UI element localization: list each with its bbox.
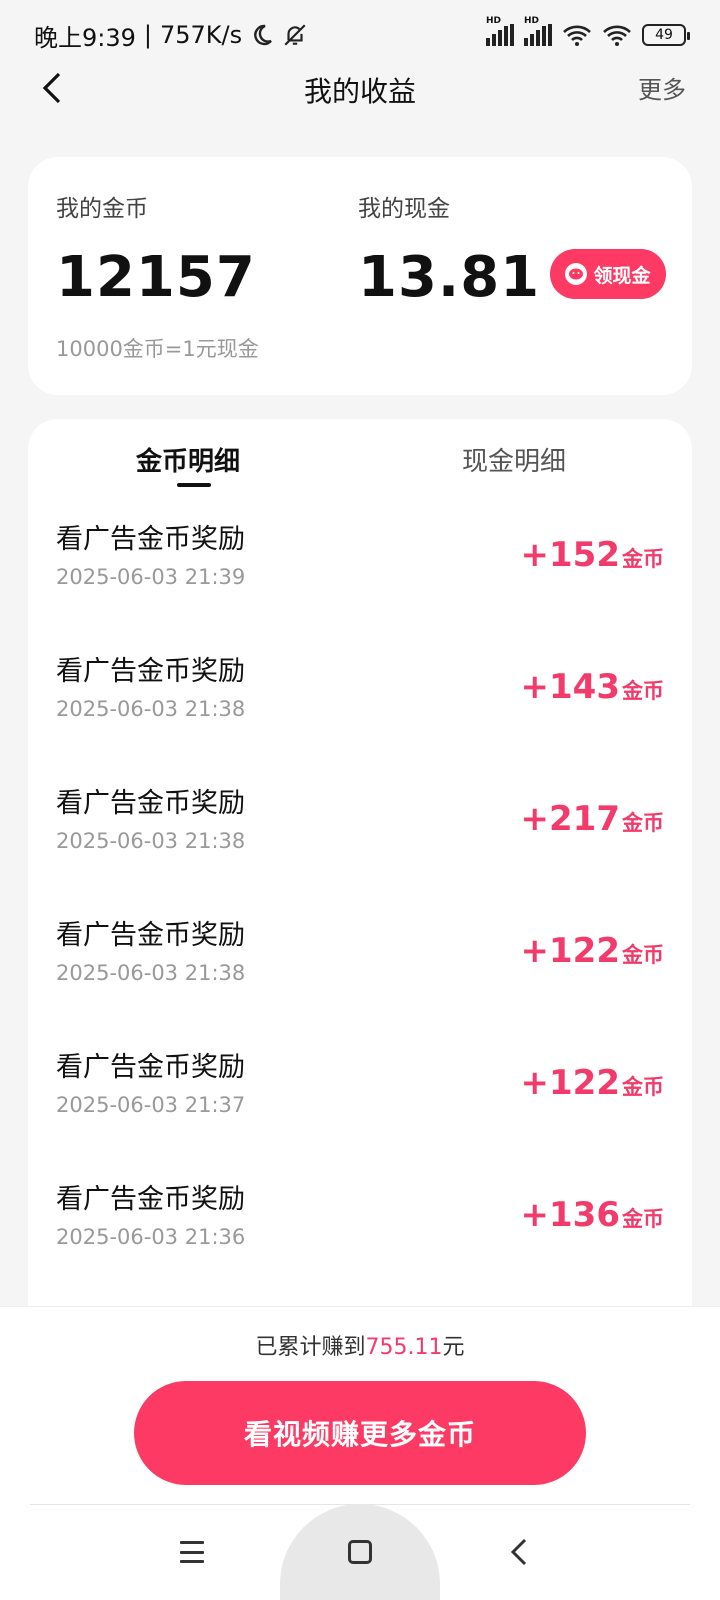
record-tabs: 金币明细 现金明细 [28,419,692,519]
list-item[interactable]: 看广告金币奖励 2025-06-03 21:36 +136 金币 [28,1177,692,1309]
tab-coin-details[interactable]: 金币明细 [136,441,240,478]
record-time: 2025-06-03 21:36 [56,1225,246,1249]
system-back-button[interactable] [506,1532,532,1572]
record-time: 2025-06-03 21:38 [56,829,246,853]
status-separator: | [143,21,152,49]
list-item[interactable]: 看广告金币奖励 2025-06-03 21:38 +217 金币 [28,781,692,913]
status-right: HD HD 49 [486,16,690,47]
system-navigation-bar [0,1504,720,1600]
record-time: 2025-06-03 21:38 [56,961,246,985]
more-button[interactable]: 更多 [638,70,686,105]
amount-value: +122 [520,931,620,971]
home-button[interactable] [342,1532,378,1572]
app-header: 我的收益 更多 [0,60,720,120]
amount-value: +122 [520,1063,620,1103]
amount-unit: 金币 [622,1075,664,1099]
total-earned: 已累计赚到755.11元 [0,1329,720,1361]
moon-icon [254,24,273,46]
coins-section: 我的金币 12157 [56,189,256,310]
exchange-rate-note: 10000金币=1元现金 [56,337,259,361]
battery-icon: 49 [642,24,690,46]
cash-value: 13.81 [358,245,541,310]
amount-unit: 金币 [622,811,664,835]
record-title: 看广告金币奖励 [56,524,245,555]
back-button[interactable] [30,66,74,110]
record-amount: +152 金币 [521,535,664,575]
menu-button[interactable] [180,1532,204,1572]
record-time: 2025-06-03 21:38 [56,697,246,721]
wechat-icon [565,263,588,285]
record-title: 看广告金币奖励 [56,788,245,819]
total-amount: 755.11 [365,1335,443,1360]
record-time: 2025-06-03 21:37 [56,1093,246,1117]
coins-label: 我的金币 [56,196,148,222]
wifi-icon [563,25,591,46]
list-item[interactable]: 看广告金币奖励 2025-06-03 21:38 +143 金币 [28,649,692,781]
record-title: 看广告金币奖励 [56,656,245,687]
hd-label: HD [486,16,502,26]
amount-value: +217 [520,799,620,839]
total-suffix: 元 [442,1335,465,1360]
list-item[interactable]: 看广告金币奖励 2025-06-03 21:39 +152 金币 [28,517,692,649]
network-speed: 757K/s [160,21,243,49]
cash-label: 我的现金 [358,196,450,222]
wifi-icon [603,25,631,46]
page-title: 我的收益 [303,75,416,108]
amount-unit: 金币 [622,679,664,703]
bell-off-icon [284,24,306,46]
coins-value: 12157 [56,245,256,310]
tab-active-indicator [177,483,211,487]
record-title: 看广告金币奖励 [56,1052,245,1083]
back-chevron-icon [510,1538,527,1566]
battery-level: 49 [655,27,673,43]
record-time: 2025-06-03 21:39 [56,565,246,589]
menu-icon [180,1541,204,1563]
records-card: 金币明细 现金明细 看广告金币奖励 2025-06-03 21:39 +152 金… [28,419,692,1319]
amount-unit: 金币 [622,547,664,571]
chevron-left-icon [42,72,61,104]
record-amount: +143 金币 [521,667,664,707]
status-time: 晚上9:39 [34,23,136,52]
amount-unit: 金币 [622,943,664,967]
home-square-icon [348,1540,372,1564]
total-prefix: 已累计赚到 [255,1335,366,1360]
amount-value: +143 [520,667,620,707]
record-amount: +136 金币 [521,1195,664,1235]
record-title: 看广告金币奖励 [56,1184,245,1215]
signal-icon: HD [524,16,552,46]
bottom-panel: 已累计赚到755.11元 看视频赚更多金币 [0,1306,720,1504]
list-item[interactable]: 看广告金币奖励 2025-06-03 21:37 +122 金币 [28,1045,692,1177]
watch-video-button[interactable]: 看视频赚更多金币 [134,1381,586,1485]
amount-value: +152 [520,535,620,575]
status-left: 晚上9:39 | 757K/s [34,18,308,53]
amount-value: +136 [520,1195,620,1235]
amount-unit: 金币 [622,1207,664,1231]
record-amount: +217 金币 [521,799,664,839]
tab-cash-details[interactable]: 现金明细 [462,441,566,478]
list-item[interactable]: 看广告金币奖励 2025-06-03 21:38 +122 金币 [28,913,692,1045]
record-amount: +122 金币 [521,1063,664,1103]
cash-section: 我的现金 13.81 [358,189,540,310]
record-amount: +122 金币 [521,931,664,971]
earnings-card: 我的金币 12157 我的现金 13.81 领现金 10000金币=1元现金 [28,157,692,395]
record-title: 看广告金币奖励 [56,920,245,951]
claim-cash-button[interactable]: 领现金 [550,249,666,299]
signal-icon: HD [486,16,514,46]
hd-label: HD [524,16,540,26]
claim-cash-label: 领现金 [593,264,651,287]
